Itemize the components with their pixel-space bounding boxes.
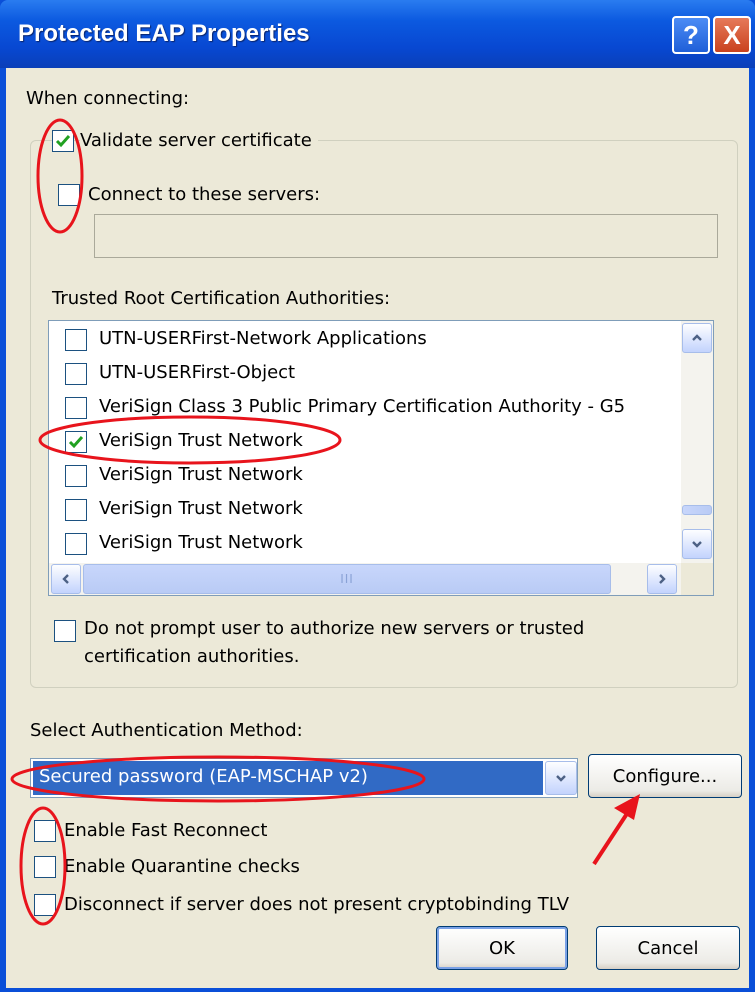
- help-icon: ?: [683, 19, 699, 50]
- dialog-title: Protected EAP Properties: [18, 20, 310, 47]
- ca-checkbox[interactable]: [65, 431, 87, 453]
- ca-checkbox[interactable]: [65, 499, 87, 521]
- check-icon: [68, 436, 84, 449]
- dialog-body: When connecting: Validate server certifi…: [6, 68, 749, 988]
- ok-button[interactable]: OK: [436, 926, 568, 970]
- dropdown-button[interactable]: [545, 761, 577, 795]
- auth-method-select[interactable]: Secured password (EAP-MSCHAP v2): [30, 758, 578, 798]
- ca-checkbox[interactable]: [65, 533, 87, 555]
- auth-method-value: Secured password (EAP-MSCHAP v2): [33, 761, 543, 795]
- ca-label: VeriSign Trust Network: [99, 532, 303, 553]
- scroll-right-button[interactable]: [647, 564, 677, 594]
- servers-input[interactable]: [94, 214, 718, 258]
- ca-label: UTN-USERFirst-Object: [99, 362, 296, 383]
- fast-reconnect-checkbox[interactable]: [34, 820, 56, 842]
- chevron-up-icon: [692, 334, 702, 341]
- trusted-ca-list[interactable]: UTN-USERFirst-Network Applications UTN-U…: [48, 320, 714, 596]
- validate-cert-label: Validate server certificate: [80, 130, 318, 151]
- help-button[interactable]: ?: [672, 16, 710, 54]
- chevron-right-icon: [659, 574, 666, 584]
- list-item[interactable]: VeriSign Trust Network: [49, 425, 679, 459]
- no-prompt-label-line2: certification authorities.: [84, 646, 300, 667]
- when-connecting-heading: When connecting:: [26, 88, 190, 109]
- chevron-down-icon: [556, 775, 566, 782]
- chevron-left-icon: [62, 574, 69, 584]
- cancel-button[interactable]: Cancel: [596, 926, 740, 970]
- close-button[interactable]: X: [713, 16, 751, 54]
- scroll-left-button[interactable]: [51, 564, 81, 594]
- ca-label: UTN-USERFirst-Network Applications: [99, 328, 427, 349]
- list-item[interactable]: VeriSign Trust Network: [49, 493, 679, 527]
- configure-button[interactable]: Configure...: [588, 754, 742, 798]
- quarantine-checkbox[interactable]: [34, 856, 56, 878]
- scroll-corner: [681, 563, 713, 595]
- no-prompt-label: Do not prompt user to authorize new serv…: [84, 618, 585, 639]
- chevron-down-icon: [692, 541, 702, 548]
- cryptobinding-label: Disconnect if server does not present cr…: [64, 894, 570, 915]
- vertical-scrollbar[interactable]: [681, 321, 713, 563]
- list-item[interactable]: UTN-USERFirst-Network Applications: [49, 323, 679, 357]
- close-icon: X: [723, 19, 741, 50]
- scroll-down-button[interactable]: [682, 529, 712, 559]
- trusted-root-heading: Trusted Root Certification Authorities:: [52, 288, 391, 309]
- quarantine-label: Enable Quarantine checks: [64, 856, 300, 877]
- connect-servers-label: Connect to these servers:: [88, 184, 321, 205]
- ca-label: VeriSign Trust Network: [99, 498, 303, 519]
- connect-servers-checkbox[interactable]: [58, 184, 80, 206]
- vertical-scroll-thumb[interactable]: [682, 505, 712, 515]
- ca-checkbox[interactable]: [65, 329, 87, 351]
- dialog-window: Protected EAP Properties ? X When connec…: [0, 0, 755, 992]
- horizontal-scrollbar[interactable]: III: [49, 563, 681, 595]
- title-bar[interactable]: Protected EAP Properties ? X: [0, 0, 755, 68]
- grip-icon: III: [340, 572, 354, 586]
- horizontal-scroll-thumb[interactable]: III: [83, 564, 611, 594]
- cryptobinding-checkbox[interactable]: [34, 894, 56, 916]
- validate-cert-checkbox[interactable]: [52, 130, 74, 152]
- ca-checkbox[interactable]: [65, 465, 87, 487]
- ca-label: VeriSign Trust Network: [99, 464, 303, 485]
- ca-label: VeriSign Trust Network: [99, 430, 303, 451]
- list-item[interactable]: VeriSign Trust Network: [49, 459, 679, 493]
- list-item[interactable]: VeriSign Trust Network: [49, 527, 679, 561]
- list-item[interactable]: UTN-USERFirst-Object: [49, 357, 679, 391]
- scroll-up-button[interactable]: [682, 323, 712, 353]
- check-icon: [55, 135, 71, 148]
- auth-method-heading: Select Authentication Method:: [30, 720, 303, 741]
- list-item[interactable]: VeriSign Class 3 Public Primary Certific…: [49, 391, 679, 425]
- ca-label: VeriSign Class 3 Public Primary Certific…: [99, 396, 626, 417]
- ca-checkbox[interactable]: [65, 363, 87, 385]
- ca-checkbox[interactable]: [65, 397, 87, 419]
- no-prompt-checkbox[interactable]: [54, 620, 76, 642]
- fast-reconnect-label: Enable Fast Reconnect: [64, 820, 268, 841]
